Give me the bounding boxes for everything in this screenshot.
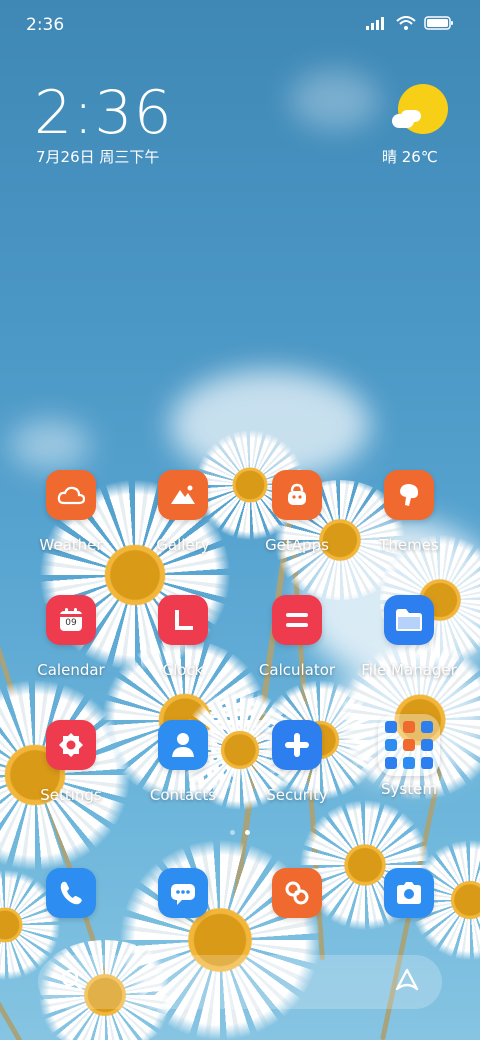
app-label: GetApps: [265, 536, 329, 554]
app-label: File Manager: [361, 661, 457, 679]
plus-shield-icon: [272, 720, 322, 770]
wifi-icon: [396, 15, 416, 34]
app-label: Security: [266, 786, 328, 804]
page-dot[interactable]: [230, 830, 235, 835]
app-contacts[interactable]: Contacts: [127, 720, 239, 804]
app-getapps[interactable]: GetApps: [241, 470, 353, 554]
app-calculator[interactable]: Calculator: [241, 595, 353, 679]
app-label: Clock: [162, 661, 204, 679]
page-indicator: [0, 830, 480, 835]
app-weather[interactable]: Weather: [15, 470, 127, 554]
folder-icon: [384, 595, 434, 645]
cloud-icon: [392, 114, 414, 128]
app-themes[interactable]: Themes: [353, 470, 465, 554]
status-time: 2:36: [26, 15, 65, 35]
bag-icon: [272, 470, 322, 520]
assistant-icon[interactable]: [394, 968, 420, 996]
battery-icon: [424, 15, 454, 34]
search-icon[interactable]: [60, 968, 84, 996]
cloud-icon: [46, 470, 96, 520]
dock-camera[interactable]: [353, 868, 465, 918]
brush-icon: [384, 470, 434, 520]
app-label: Calculator: [258, 661, 336, 679]
equals-icon: [272, 595, 322, 645]
chat-icon: [158, 868, 208, 918]
app-file-manager[interactable]: File Manager: [353, 595, 465, 679]
app-label: Contacts: [149, 786, 217, 804]
dock-messages[interactable]: [127, 868, 239, 918]
status-bar: 2:36: [0, 0, 480, 50]
app-label: Settings: [40, 786, 102, 804]
app-label: Calendar: [37, 661, 105, 679]
search-bar[interactable]: [38, 955, 442, 1009]
app-calendar[interactable]: 09 Calendar: [15, 595, 127, 679]
calendar-date-badge: 09: [65, 618, 77, 628]
app-clock[interactable]: Clock: [127, 595, 239, 679]
mountain-icon: [158, 470, 208, 520]
folder-group-icon: [378, 714, 440, 776]
camera-icon: [384, 868, 434, 918]
browser-icon: [272, 868, 322, 918]
weather-widget-text: 晴 26℃: [382, 148, 438, 166]
page-dot-active[interactable]: [245, 830, 250, 835]
clock-widget-time[interactable]: 2:36: [34, 78, 173, 148]
app-label: Gallery: [156, 536, 210, 554]
app-system[interactable]: System: [353, 714, 465, 798]
gear-icon: [46, 720, 96, 770]
app-label: System: [381, 780, 437, 798]
dock-phone[interactable]: [15, 868, 127, 918]
app-settings[interactable]: Settings: [15, 720, 127, 804]
app-label: Weather: [39, 536, 103, 554]
phone-icon: [46, 868, 96, 918]
person-icon: [158, 720, 208, 770]
clock-icon: [158, 595, 208, 645]
signal-icon: [366, 15, 388, 34]
dock-browser[interactable]: [241, 868, 353, 918]
app-security[interactable]: Security: [241, 720, 353, 804]
clock-widget-date[interactable]: 7月26日 周三下午: [36, 146, 159, 167]
status-icons: [366, 15, 454, 34]
weather-widget[interactable]: 晴 26℃: [382, 84, 450, 166]
app-gallery[interactable]: Gallery: [127, 470, 239, 554]
app-label: Themes: [379, 536, 439, 554]
calendar-icon: 09: [46, 595, 96, 645]
